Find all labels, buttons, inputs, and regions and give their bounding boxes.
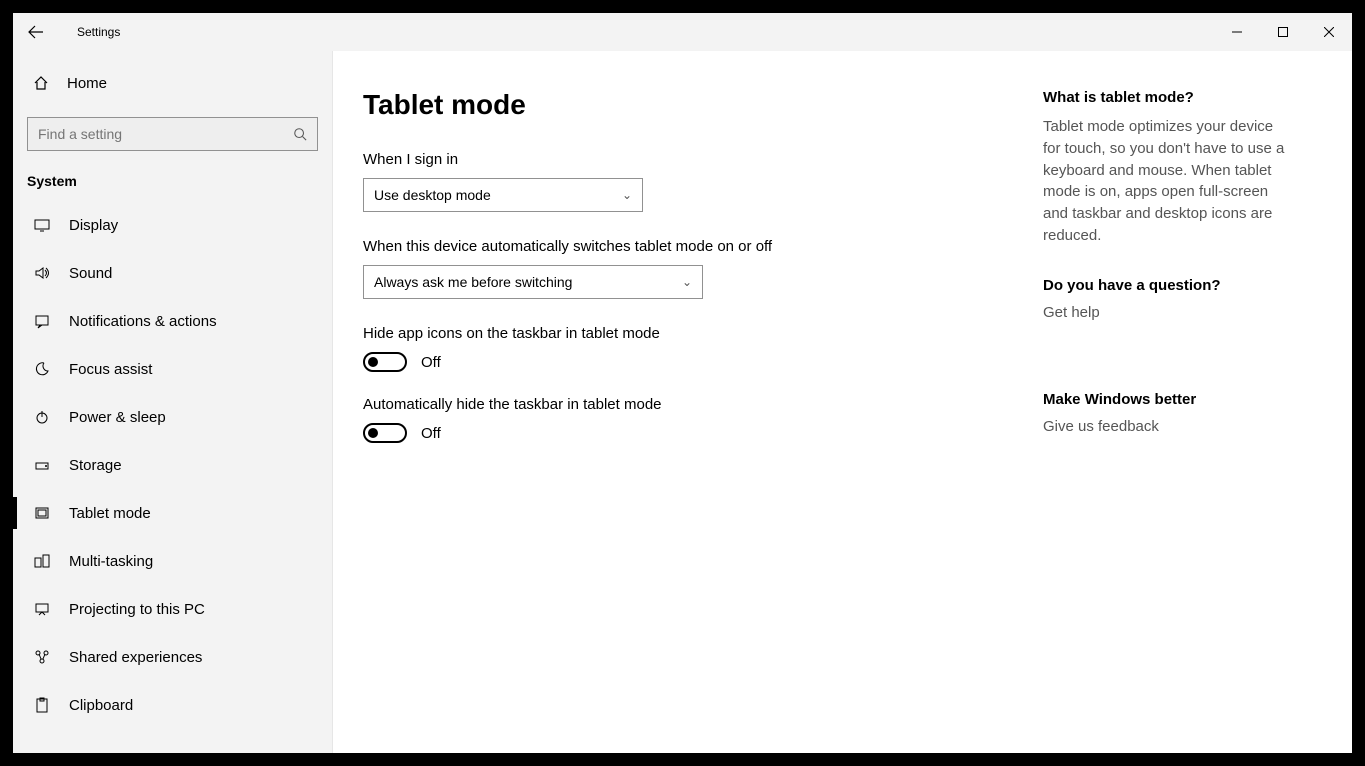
sidebar: Home System Display Sound Notifications … (13, 51, 333, 753)
question-heading: Do you have a question? (1043, 277, 1293, 294)
right-panel: What is tablet mode? Tablet mode optimiz… (1033, 51, 1313, 753)
projecting-icon (33, 601, 51, 617)
sidebar-item-label: Focus assist (69, 361, 152, 378)
switch-label: When this device automatically switches … (363, 238, 1003, 255)
sidebar-item-notifications[interactable]: Notifications & actions (13, 297, 332, 345)
sidebar-item-label: Power & sleep (69, 409, 166, 426)
multitasking-icon (33, 553, 51, 569)
notifications-icon (33, 313, 51, 329)
back-button[interactable] (13, 13, 59, 51)
tablet-icon (33, 505, 51, 521)
clipboard-icon (33, 697, 51, 713)
focus-assist-icon (33, 361, 51, 377)
search-input[interactable] (38, 126, 293, 142)
close-button[interactable] (1306, 16, 1352, 48)
sidebar-item-label: Sound (69, 265, 112, 282)
body: Home System Display Sound Notifications … (13, 51, 1352, 753)
home-icon (33, 75, 49, 91)
hide-taskbar-toggle[interactable] (363, 423, 407, 443)
settings-window: Settings Home System (13, 13, 1352, 753)
sidebar-item-label: Clipboard (69, 697, 133, 714)
sidebar-item-power-sleep[interactable]: Power & sleep (13, 393, 332, 441)
sidebar-item-tablet-mode[interactable]: Tablet mode (13, 489, 332, 537)
sidebar-item-label: Storage (69, 457, 122, 474)
arrow-left-icon (28, 24, 44, 40)
what-heading: What is tablet mode? (1043, 89, 1293, 106)
sidebar-item-label: Projecting to this PC (69, 601, 205, 618)
signin-dropdown-value: Use desktop mode (374, 187, 491, 203)
sidebar-item-clipboard[interactable]: Clipboard (13, 681, 332, 729)
maximize-button[interactable] (1260, 16, 1306, 48)
page-title: Tablet mode (363, 89, 1003, 121)
display-icon (33, 217, 51, 233)
signin-label: When I sign in (363, 151, 1003, 168)
switch-dropdown[interactable]: Always ask me before switching ⌄ (363, 265, 703, 299)
storage-icon (33, 457, 51, 473)
sidebar-item-projecting[interactable]: Projecting to this PC (13, 585, 332, 633)
sidebar-item-label: Multi-tasking (69, 553, 153, 570)
search-icon (293, 127, 307, 141)
chevron-down-icon: ⌄ (622, 188, 632, 202)
hide-taskbar-state: Off (421, 425, 441, 442)
minimize-button[interactable] (1214, 16, 1260, 48)
search-box[interactable] (27, 117, 318, 151)
sidebar-item-label: Shared experiences (69, 649, 202, 666)
section-heading: System (13, 159, 332, 201)
home-label: Home (67, 75, 107, 92)
shared-icon (33, 649, 51, 665)
give-feedback-link[interactable]: Give us feedback (1043, 418, 1159, 435)
sidebar-item-shared-experiences[interactable]: Shared experiences (13, 633, 332, 681)
home-link[interactable]: Home (13, 61, 332, 105)
title-bar: Settings (13, 13, 1352, 51)
minimize-icon (1232, 27, 1242, 37)
hide-icons-state: Off (421, 354, 441, 371)
sidebar-item-sound[interactable]: Sound (13, 249, 332, 297)
main-area: Tablet mode When I sign in Use desktop m… (333, 51, 1352, 753)
switch-dropdown-value: Always ask me before switching (374, 274, 572, 290)
content: Tablet mode When I sign in Use desktop m… (333, 51, 1033, 753)
hide-icons-row: Off (363, 352, 1003, 372)
maximize-icon (1278, 27, 1288, 37)
signin-dropdown[interactable]: Use desktop mode ⌄ (363, 178, 643, 212)
sidebar-item-label: Notifications & actions (69, 313, 217, 330)
hide-icons-toggle[interactable] (363, 352, 407, 372)
power-icon (33, 409, 51, 425)
better-heading: Make Windows better (1043, 391, 1293, 408)
hide-taskbar-row: Off (363, 423, 1003, 443)
what-text: Tablet mode optimizes your device for to… (1043, 116, 1293, 247)
hide-icons-label: Hide app icons on the taskbar in tablet … (363, 325, 1003, 342)
sidebar-item-multitasking[interactable]: Multi-tasking (13, 537, 332, 585)
hide-taskbar-label: Automatically hide the taskbar in tablet… (363, 396, 1003, 413)
chevron-down-icon: ⌄ (682, 275, 692, 289)
sidebar-item-label: Tablet mode (69, 505, 151, 522)
get-help-link[interactable]: Get help (1043, 304, 1100, 321)
sidebar-item-display[interactable]: Display (13, 201, 332, 249)
close-icon (1324, 27, 1334, 37)
sound-icon (33, 265, 51, 281)
sidebar-item-storage[interactable]: Storage (13, 441, 332, 489)
sidebar-item-focus-assist[interactable]: Focus assist (13, 345, 332, 393)
sidebar-item-label: Display (69, 217, 118, 234)
app-title: Settings (77, 25, 120, 39)
